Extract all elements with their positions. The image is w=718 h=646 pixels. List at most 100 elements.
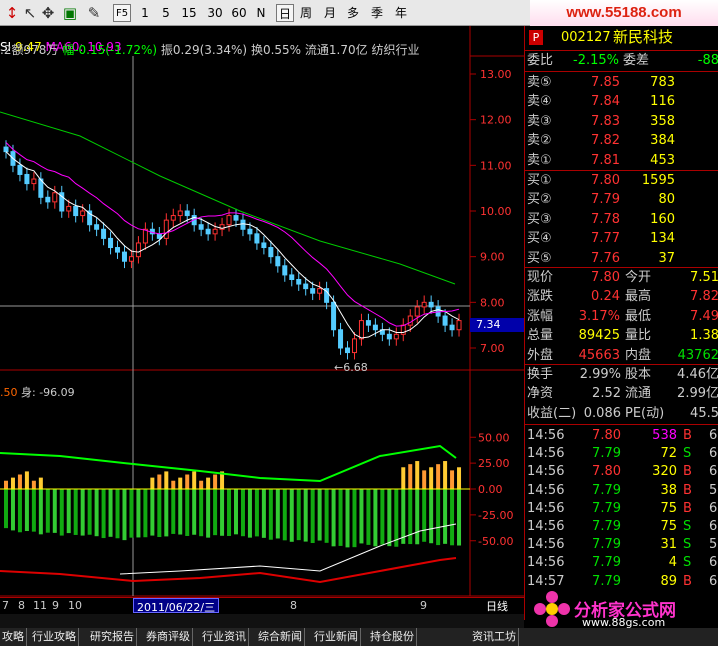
info-tab[interactable]: 行业资讯 xyxy=(200,628,249,646)
candle-body xyxy=(372,324,378,331)
export-icon[interactable]: ▣ xyxy=(60,3,80,23)
period-n-button[interactable]: N xyxy=(254,4,268,22)
candle-body xyxy=(101,228,107,239)
oscillator-bar xyxy=(199,489,204,537)
bid-volume: 37 xyxy=(658,250,675,266)
info-tab[interactable]: 券商评级 xyxy=(144,628,193,646)
ask-volume: 358 xyxy=(650,113,675,129)
candle-body xyxy=(386,333,392,340)
bid-row[interactable]: 买③ 7.78 160 xyxy=(525,210,718,229)
candle-body xyxy=(177,210,183,217)
info-tab[interactable]: 行业攻略 xyxy=(30,628,79,646)
tick-price: 7.79 xyxy=(592,537,621,553)
period-60min-button[interactable]: 60 xyxy=(230,4,248,22)
tick-time: 14:56 xyxy=(527,555,565,571)
period-quarter-button[interactable]: 季 xyxy=(369,4,385,22)
date-tick: 8 xyxy=(18,599,25,612)
period-year-button[interactable]: 年 xyxy=(393,4,409,22)
quote-value: 1.38 xyxy=(690,328,718,344)
candle-body xyxy=(121,251,127,262)
info-tab[interactable]: 研究报告 xyxy=(88,628,137,646)
oscillator-bar-positive xyxy=(422,470,427,489)
info-tab[interactable]: 综合新闻 xyxy=(256,628,305,646)
oscillator-bar xyxy=(157,489,162,538)
oscillator-bar-positive xyxy=(213,474,218,489)
period-f5-button[interactable]: F5 xyxy=(113,4,131,22)
fundamental-label: 收益(二) xyxy=(527,405,577,421)
tick-row: 14:56 7.79 4 S 6 xyxy=(525,553,718,572)
tick-time: 14:56 xyxy=(527,537,565,553)
ask-row[interactable]: 卖① 7.81 453 xyxy=(525,151,718,170)
candle-body xyxy=(142,228,148,244)
oscillator-bar xyxy=(38,489,43,535)
tick-row: 14:56 7.80 320 B 6 xyxy=(525,462,718,481)
oscillator-bar xyxy=(185,489,190,536)
bid-row[interactable]: 买② 7.79 80 xyxy=(525,190,718,209)
tick-side: B xyxy=(683,464,692,480)
tick-row: 14:56 7.79 75 S 6 xyxy=(525,517,718,536)
tick-side: S xyxy=(683,555,692,571)
kline-chart[interactable]: 13.00 12.00 11.00 10.00 9.00 8.00 7.00 50.00 25.… xyxy=(0,26,524,620)
info-tab[interactable]: 行业新闻 xyxy=(312,628,361,646)
ask-row[interactable]: 卖③ 7.83 358 xyxy=(525,112,718,131)
quote-label: 最高 xyxy=(625,289,652,305)
ask-row[interactable]: 卖⑤ 7.85 783 xyxy=(525,73,718,92)
oscillator-bar xyxy=(164,489,169,537)
osc-lower-line xyxy=(0,557,457,584)
fundamental-row: 换手 2.99% 股本 4.46亿 xyxy=(525,365,718,384)
pin-icon[interactable]: ↕ xyxy=(2,3,22,23)
osc-tick-label: 0.00 xyxy=(478,483,503,496)
bid-row[interactable]: 买① 7.80 1595 xyxy=(525,171,718,190)
quote-label: 今开 xyxy=(625,270,652,285)
oscillator-bar xyxy=(129,489,134,538)
candle-body xyxy=(108,237,114,249)
oscillator-bar xyxy=(108,489,113,537)
oscillator-bar-positive xyxy=(199,480,204,489)
price-tick-label: 11.00 xyxy=(480,159,512,172)
period-30min-button[interactable]: 30 xyxy=(206,4,224,22)
ask-row[interactable]: 卖② 7.82 384 xyxy=(525,131,718,150)
bid-row[interactable]: 买⑤ 7.76 37 xyxy=(525,249,718,268)
tick-time: 14:56 xyxy=(527,428,565,443)
info-tab[interactable]: 持仓股份 xyxy=(368,628,417,646)
ask-row[interactable]: 卖④ 7.84 116 xyxy=(525,92,718,111)
period-week-button[interactable]: 周 xyxy=(298,4,314,22)
oscillator-bar-positive xyxy=(450,470,455,489)
ask-volume: 453 xyxy=(650,152,675,168)
period-5min-button[interactable]: 5 xyxy=(160,4,172,22)
oscillator-bar xyxy=(275,489,280,539)
candle-body xyxy=(428,301,434,308)
quote-row: 涨跌 0.24 最高 7.82 xyxy=(525,287,718,306)
tick-side: B xyxy=(683,428,692,443)
quote-row: 现价 7.80 今开 7.51 xyxy=(525,268,718,287)
period-multi-button[interactable]: 多 xyxy=(345,4,361,22)
stock-flag: P xyxy=(529,30,543,45)
info-tab[interactable]: 资讯工坊 xyxy=(470,628,519,646)
bid-row[interactable]: 买④ 7.77 134 xyxy=(525,229,718,248)
tick-count: 6 xyxy=(709,464,718,480)
arrow-icon[interactable]: ↖ xyxy=(20,3,40,23)
info-tab[interactable]: 攻略 xyxy=(0,628,27,646)
period-1min-button[interactable]: 1 xyxy=(139,4,151,22)
cursor-date-label: 2011/06/22/三 xyxy=(133,598,220,614)
tick-row: 14:56 7.79 75 B 6 xyxy=(525,499,718,518)
candle-body xyxy=(170,215,176,221)
tick-price: 7.79 xyxy=(592,446,621,462)
move-icon[interactable]: ✥ xyxy=(38,3,58,23)
period-15min-button[interactable]: 15 xyxy=(180,4,198,22)
low-price-value: 6.68 xyxy=(343,361,368,374)
tick-volume: 75 xyxy=(660,519,677,534)
period-month-button[interactable]: 月 xyxy=(322,4,338,22)
oscillator-bar xyxy=(206,489,211,538)
period-day-button[interactable]: 日 xyxy=(276,4,294,22)
oscillator-bar-positive xyxy=(457,467,462,489)
quote-row: 外盘 45663 内盘 43762 xyxy=(525,346,718,365)
stock-header: P 002127 新民科技 xyxy=(525,28,718,47)
tick-side: S xyxy=(683,537,692,553)
oscillator-bar xyxy=(457,489,462,546)
tick-price: 7.79 xyxy=(592,519,621,534)
scroll-area[interactable] xyxy=(0,614,524,628)
candle-body xyxy=(156,233,162,239)
draw-pencil-icon[interactable]: ✎ xyxy=(84,3,104,23)
oscillator-bar xyxy=(80,489,85,536)
